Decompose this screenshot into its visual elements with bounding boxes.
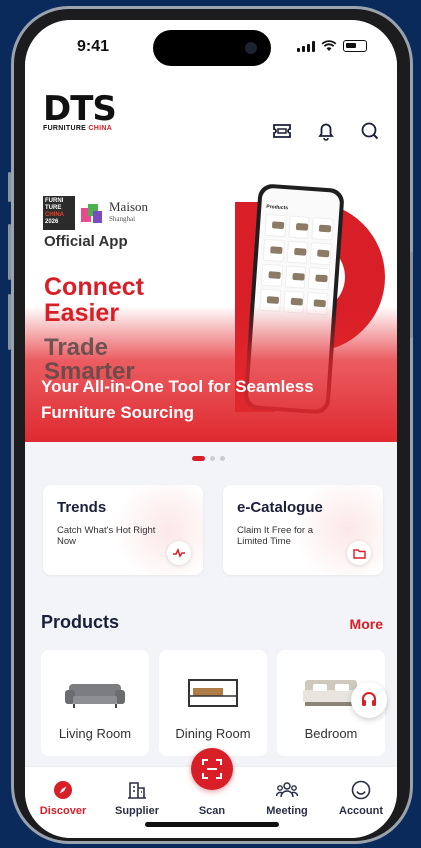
scan-icon <box>202 759 222 779</box>
maison-logo-text: Maison Shanghai <box>109 199 148 223</box>
dts-logo[interactable]: DTS FURNITURE CHINA <box>43 89 117 132</box>
sofa-icon <box>65 684 125 708</box>
product-category-label: Living Room <box>58 726 132 741</box>
volume-up-button <box>8 224 11 280</box>
carousel-dot[interactable] <box>192 456 205 461</box>
furniture-china-badge: FURNI TURE CHINA 2026 <box>43 196 75 230</box>
banner-headline: Connect Easier <box>44 273 144 327</box>
smile-icon <box>351 780 371 800</box>
battery-icon <box>343 40 367 52</box>
tab-account[interactable]: Account <box>329 779 393 817</box>
tab-discover[interactable]: Discover <box>31 779 95 817</box>
header-actions <box>271 120 381 142</box>
camera-icon <box>245 42 257 54</box>
trends-card[interactable]: Trends Catch What's Hot Right Now <box>43 485 203 575</box>
tab-supplier[interactable]: Supplier <box>105 779 169 817</box>
banner-tagline: Your All-in-One Tool for Seamless Furnit… <box>41 377 314 422</box>
tab-label: Supplier <box>114 805 159 817</box>
carousel-indicator <box>192 456 225 461</box>
logo-subtitle: FURNITURE CHINA <box>43 125 113 132</box>
tab-meeting[interactable]: Meeting <box>255 779 319 817</box>
partner-logos: FURNI TURE CHINA 2026 Maison Shanghai <box>43 196 148 230</box>
folder-icon <box>347 541 371 565</box>
scan-button[interactable] <box>191 748 233 790</box>
products-section-title: Products <box>41 612 120 632</box>
carousel-dot[interactable] <box>220 456 225 461</box>
card-title: e-Catalogue <box>237 499 323 516</box>
mockup-title: Products <box>266 203 289 212</box>
product-category-label: Dining Room <box>175 726 251 741</box>
product-category-dining-room[interactable]: Dining Room <box>159 650 267 756</box>
headset-icon <box>362 692 376 706</box>
status-time: 9:41 <box>77 38 110 55</box>
card-subtitle: Claim It Free for a Limited Time <box>237 525 314 547</box>
app-screen: 9:41 DTS FURNITURE CHINA Products FURNI … <box>25 20 397 838</box>
official-app-label: Official App <box>44 233 128 250</box>
table-icon <box>188 679 238 707</box>
card-subtitle: Catch What's Hot Right Now <box>57 525 156 547</box>
building-icon <box>128 782 146 799</box>
home-indicator <box>145 822 279 827</box>
tab-label: Scan <box>198 805 226 817</box>
dynamic-island <box>153 30 271 66</box>
customer-support-button[interactable] <box>351 682 387 718</box>
search-icon[interactable] <box>359 120 381 142</box>
power-button <box>410 252 413 338</box>
app-header: DTS FURNITURE CHINA <box>25 68 397 156</box>
tab-label: Discover <box>39 805 87 817</box>
tab-label: Account <box>339 805 383 817</box>
product-category-label: Bedroom <box>304 726 358 741</box>
card-title: Trends <box>57 499 107 516</box>
signal-icon <box>297 40 315 52</box>
bell-icon[interactable] <box>315 120 337 142</box>
logo-main-text: DTS <box>43 89 117 129</box>
carousel-dot[interactable] <box>210 456 215 461</box>
compass-icon <box>54 781 72 799</box>
trend-chart-icon <box>167 541 191 565</box>
wifi-icon <box>321 40 337 51</box>
status-bar: 9:41 <box>25 20 397 68</box>
product-category-living-room[interactable]: Living Room <box>41 650 149 756</box>
volume-down-button <box>8 294 11 350</box>
action-button <box>8 172 11 202</box>
e-catalogue-card[interactable]: e-Catalogue Claim It Free for a Limited … <box>223 485 383 575</box>
status-icons <box>297 40 367 52</box>
tab-label: Meeting <box>266 805 308 817</box>
hero-banner[interactable]: Products FURNI TURE CHINA 2026 Maison Sh… <box>25 156 397 442</box>
people-icon <box>276 782 298 798</box>
products-more-link[interactable]: More <box>350 616 383 632</box>
maison-logo-icon <box>81 202 103 224</box>
ticket-icon[interactable] <box>271 120 293 142</box>
